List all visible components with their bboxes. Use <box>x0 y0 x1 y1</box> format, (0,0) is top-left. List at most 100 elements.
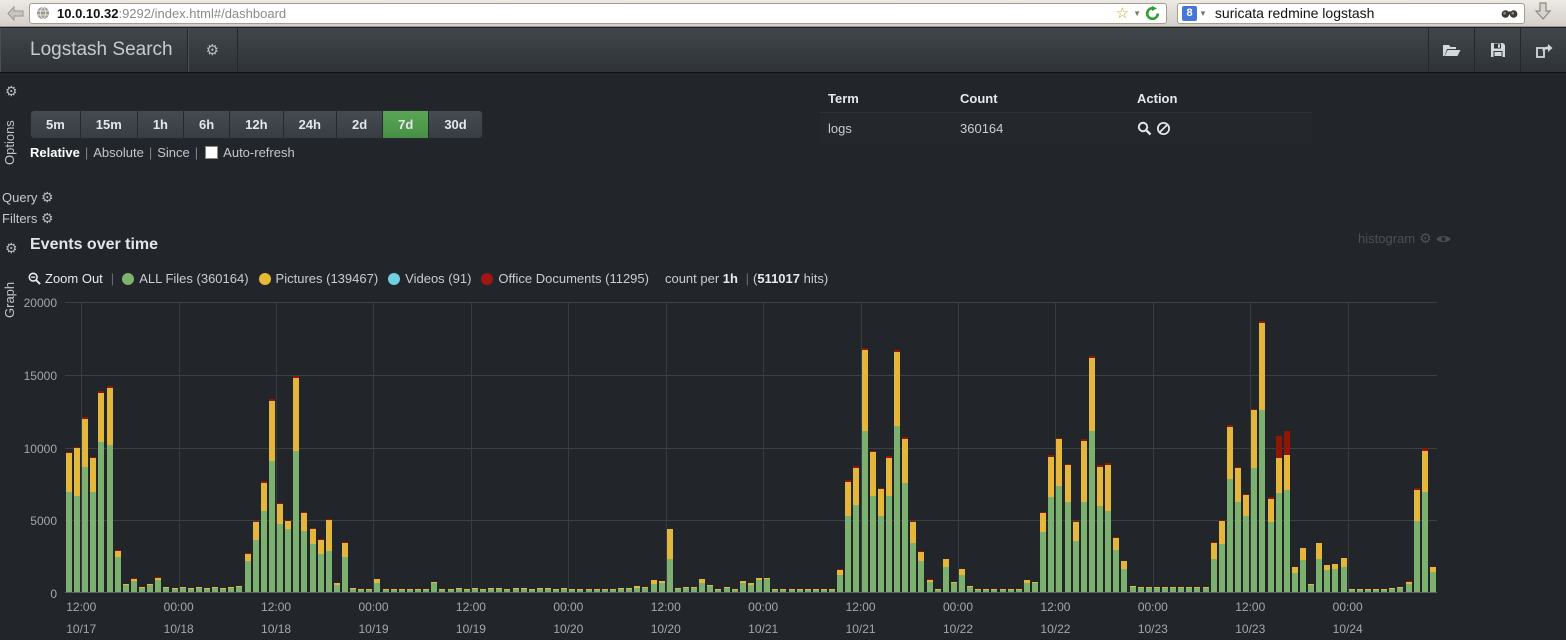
bar-segment-all-files[interactable] <box>1349 590 1355 592</box>
bar-segment-pictures[interactable] <box>391 589 397 590</box>
bar-segment-pictures[interactable] <box>1048 457 1054 498</box>
bar-segment-office-documents[interactable] <box>318 539 324 540</box>
bar-segment-all-files[interactable] <box>1146 588 1152 593</box>
bar-segment-pictures[interactable] <box>1008 589 1014 590</box>
bar-segment-pictures[interactable] <box>797 589 803 590</box>
bar-segment-office-documents[interactable] <box>1040 512 1046 514</box>
bar-segment-all-files[interactable] <box>626 589 632 592</box>
bar-segment-all-files[interactable] <box>285 529 291 592</box>
bar-segment-pictures[interactable] <box>764 578 770 579</box>
bar-segment-all-files[interactable] <box>764 579 770 592</box>
bar-segment-pictures[interactable] <box>123 584 129 585</box>
bar-segment-all-files[interactable] <box>545 589 551 592</box>
bar-segment-all-files[interactable] <box>1194 588 1200 592</box>
bar-segment-pictures[interactable] <box>1284 455 1290 490</box>
bar-segment-all-files[interactable] <box>1170 588 1176 592</box>
bar-segment-all-files[interactable] <box>358 590 364 592</box>
bar-segment-all-files[interactable] <box>935 590 941 592</box>
bar-segment-pictures[interactable] <box>439 589 445 590</box>
bar-segment-pictures[interactable] <box>245 554 251 561</box>
bar-segment-pictures[interactable] <box>1300 548 1306 560</box>
bar-segment-pictures[interactable] <box>366 589 372 590</box>
bar-segment-pictures[interactable] <box>1121 561 1127 568</box>
exclude-action-icon[interactable] <box>1156 121 1171 136</box>
mode-since-link[interactable]: Since <box>157 145 190 160</box>
bar-segment-all-files[interactable] <box>1113 550 1119 592</box>
bookmark-star-icon[interactable]: ☆ <box>1116 6 1129 21</box>
time-range-button-24h[interactable]: 24h <box>283 110 336 139</box>
bar-segment-pictures[interactable] <box>1324 565 1330 570</box>
bar-segment-pictures[interactable] <box>342 543 348 558</box>
bar-segment-all-files[interactable] <box>334 585 340 592</box>
bar-segment-office-documents[interactable] <box>1081 439 1087 440</box>
bar-segment-all-files[interactable] <box>1381 590 1387 592</box>
bar-segment-pictures[interactable] <box>594 589 600 590</box>
bar-segment-pictures[interactable] <box>1219 521 1225 544</box>
bar-segment-all-files[interactable] <box>521 589 527 592</box>
bar-segment-office-documents[interactable] <box>1073 521 1079 522</box>
bar-segment-pictures[interactable] <box>626 588 632 589</box>
bar-segment-all-files[interactable] <box>667 559 673 592</box>
dashboard-settings-cell[interactable]: ⚙ <box>188 28 238 72</box>
bar-segment-all-files[interactable] <box>910 543 916 592</box>
bar-segment-pictures[interactable] <box>488 588 494 589</box>
bar-segment-all-files[interactable] <box>789 590 795 592</box>
bar-segment-pictures[interactable] <box>1056 439 1062 486</box>
bar-segment-all-files[interactable] <box>1357 590 1363 592</box>
time-range-button-6h[interactable]: 6h <box>183 110 229 139</box>
bar-segment-all-files[interactable] <box>1430 572 1436 592</box>
bar-segment-all-files[interactable] <box>1048 497 1054 592</box>
bar-segment-pictures[interactable] <box>415 589 421 590</box>
bar-segment-all-files[interactable] <box>496 589 502 592</box>
bar-segment-pictures[interactable] <box>212 587 218 588</box>
bar-segment-office-documents[interactable] <box>853 466 859 468</box>
bar-segment-all-files[interactable] <box>553 590 559 592</box>
search-engine-icon[interactable]: 8 <box>1182 6 1197 21</box>
bar-segment-all-files[interactable] <box>407 590 413 592</box>
legend-item[interactable]: Pictures (139467) <box>259 271 379 286</box>
bar-segment-pictures[interactable] <box>886 458 892 496</box>
bar-segment-office-documents[interactable] <box>131 578 137 579</box>
bar-segment-pictures[interactable] <box>845 482 851 515</box>
bar-segment-all-files[interactable] <box>147 585 153 592</box>
legend-item[interactable]: Office Documents (11295) <box>481 271 649 286</box>
bar-segment-pictures[interactable] <box>1235 468 1241 501</box>
bar-segment-pictures[interactable] <box>180 587 186 588</box>
bar-segment-all-files[interactable] <box>1040 532 1046 592</box>
bar-segment-all-files[interactable] <box>561 589 567 592</box>
bar-segment-office-documents[interactable] <box>253 521 259 522</box>
bar-segment-all-files[interactable] <box>66 492 72 592</box>
bar-segment-all-files[interactable] <box>610 590 616 592</box>
load-dashboard-button[interactable] <box>1428 28 1474 72</box>
bar-segment-pictures[interactable] <box>878 489 884 517</box>
bar-segment-all-files[interactable] <box>683 588 689 592</box>
bar-segment-pictures[interactable] <box>1170 587 1176 588</box>
bar-segment-pictures[interactable] <box>602 589 608 590</box>
bar-segment-all-files[interactable] <box>318 554 324 592</box>
bar-segment-all-files[interactable] <box>967 587 973 592</box>
bar-segment-all-files[interactable] <box>415 590 421 592</box>
bar-segment-all-files[interactable] <box>780 590 786 592</box>
bar-segment-all-files[interactable] <box>472 589 478 592</box>
bar-segment-pictures[interactable] <box>196 587 202 588</box>
bar-segment-all-files[interactable] <box>228 588 234 592</box>
zoom-out-button[interactable]: Zoom Out <box>28 271 103 286</box>
bar-segment-pictures[interactable] <box>1259 323 1265 410</box>
bar-segment-pictures[interactable] <box>1243 495 1249 515</box>
bar-segment-all-files[interactable] <box>586 590 592 592</box>
bar-segment-all-files[interactable] <box>513 589 519 592</box>
bar-segment-all-files[interactable] <box>212 588 218 592</box>
bar-segment-all-files[interactable] <box>480 590 486 592</box>
bar-segment-all-files[interactable] <box>724 588 730 592</box>
bar-segment-office-documents[interactable] <box>1056 438 1062 440</box>
bar-segment-all-files[interactable] <box>772 590 778 592</box>
bar-segment-all-files[interactable] <box>813 590 819 592</box>
bar-segment-all-files[interactable] <box>569 590 575 592</box>
bar-segment-pictures[interactable] <box>1373 589 1379 590</box>
bar-segment-all-files[interactable] <box>1154 588 1160 592</box>
bar-segment-pictures[interactable] <box>1349 589 1355 590</box>
bar-segment-all-files[interactable] <box>870 496 876 592</box>
bar-segment-office-documents[interactable] <box>1276 436 1282 458</box>
bar-segment-office-documents[interactable] <box>261 481 267 483</box>
bar-segment-all-files[interactable] <box>1219 544 1225 592</box>
